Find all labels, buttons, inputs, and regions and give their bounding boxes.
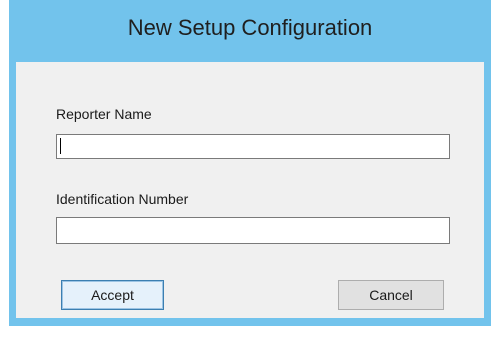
identification-number-label: Identification Number <box>56 191 189 207</box>
cancel-button-label: Cancel <box>369 287 413 303</box>
dialog-body: Reporter Name Identification Number Acce… <box>16 62 484 318</box>
reporter-name-input[interactable] <box>56 134 450 159</box>
title-bar[interactable]: New Setup Configuration <box>9 0 491 62</box>
reporter-name-field-wrapper <box>56 134 450 159</box>
reporter-name-label: Reporter Name <box>56 106 152 122</box>
dialog-window: New Setup Configuration Reporter Name Id… <box>9 0 491 326</box>
cancel-button[interactable]: Cancel <box>338 280 444 310</box>
text-caret <box>60 138 61 154</box>
identification-number-input[interactable] <box>56 217 450 244</box>
accept-button-label: Accept <box>91 287 134 303</box>
accept-button[interactable]: Accept <box>61 280 164 310</box>
dialog-title: New Setup Configuration <box>127 15 373 40</box>
